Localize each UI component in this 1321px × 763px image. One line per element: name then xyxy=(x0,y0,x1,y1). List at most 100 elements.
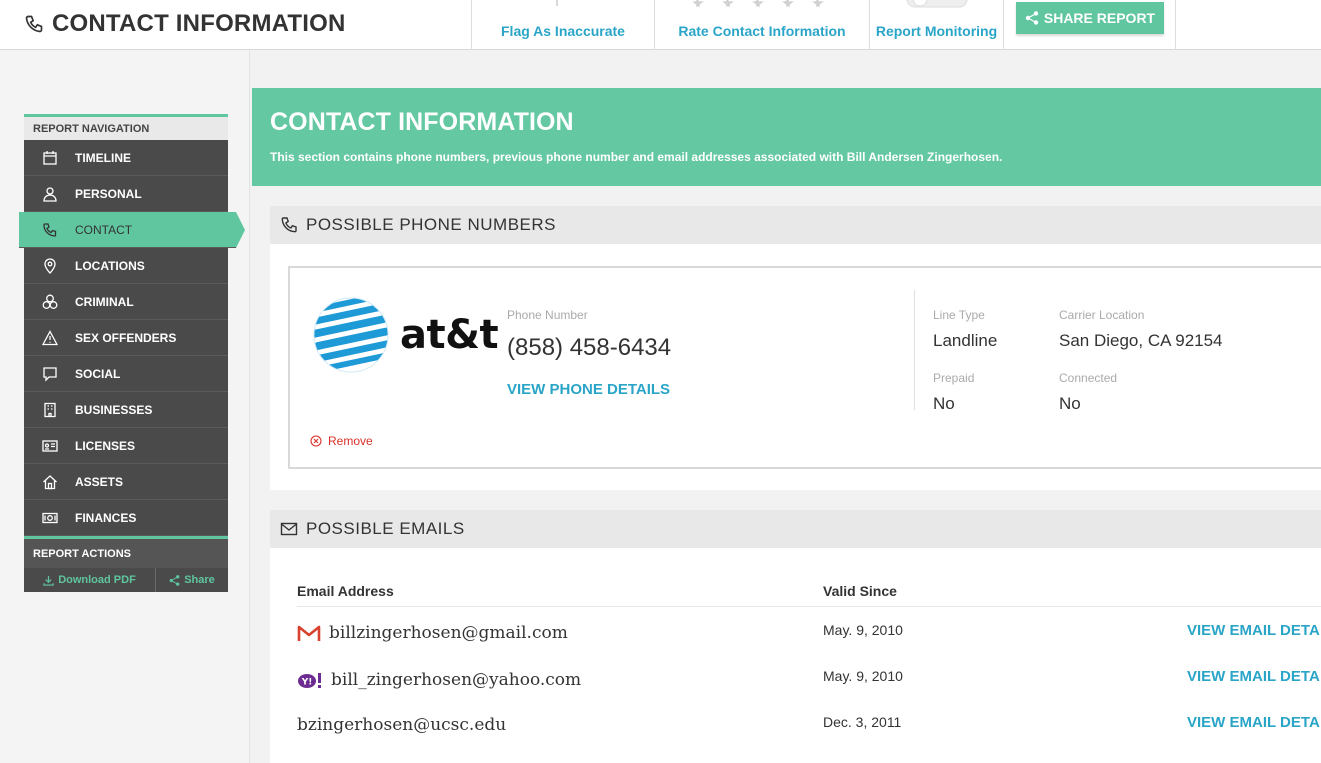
section-title: CONTACT INFORMATION xyxy=(270,108,574,136)
share-icon xyxy=(169,574,180,586)
rate-contact-label: Rate Contact Information xyxy=(678,23,846,39)
view-phone-details-link[interactable]: VIEW PHONE DETAILS xyxy=(507,381,670,398)
map-pin-icon xyxy=(44,257,56,274)
emails-title: POSSIBLE EMAILS xyxy=(306,519,465,538)
email-address: billzingerhosen@gmail.com xyxy=(297,623,568,643)
section-description: This section contains phone numbers, pre… xyxy=(270,150,1003,164)
phone-numbers-heading: POSSIBLE PHONE NUMBERS xyxy=(270,206,1321,244)
connected-label: Connected xyxy=(1059,371,1118,385)
section-hero: CONTACT INFORMATION This section contain… xyxy=(252,88,1321,186)
money-icon xyxy=(42,512,58,523)
id-card-icon xyxy=(42,439,58,452)
line-type-value: Landline xyxy=(933,331,998,350)
nav-heading: REPORT NAVIGATION xyxy=(24,114,228,140)
remove-label: Remove xyxy=(328,434,373,448)
chat-icon xyxy=(43,366,57,382)
remove-button[interactable]: Remove xyxy=(310,434,373,448)
share-report-button[interactable]: SHARE REPORT xyxy=(1016,2,1164,34)
emails-heading: POSSIBLE EMAILS xyxy=(270,510,1321,548)
sidebar-item-finances[interactable]: FINANCES xyxy=(24,500,228,536)
view-email-details-link[interactable]: VIEW EMAIL DETA xyxy=(1187,668,1320,685)
share-button[interactable]: Share xyxy=(156,568,228,592)
connected-value: No xyxy=(1059,394,1081,413)
report-monitoring-button[interactable]: Report Monitoring xyxy=(870,0,1003,50)
report-actions: Download PDF Share xyxy=(24,568,228,592)
column-valid-since: Valid Since xyxy=(823,583,897,599)
sidebar-item-social[interactable]: SOCIAL xyxy=(24,356,228,392)
toolbar-divider xyxy=(1175,0,1176,50)
calendar-icon xyxy=(43,150,57,165)
sidebar-item-label: SOCIAL xyxy=(75,366,121,381)
gmail-icon xyxy=(297,625,321,641)
sidebar-item-label: ASSETS xyxy=(75,474,124,489)
sidebar-item-personal[interactable]: PERSONAL xyxy=(24,176,228,212)
sidebar-item-timeline[interactable]: TIMELINE xyxy=(24,140,228,176)
view-email-details-link[interactable]: VIEW EMAIL DETA xyxy=(1187,714,1320,731)
phone-numbers-title: POSSIBLE PHONE NUMBERS xyxy=(306,215,557,234)
sidebar-item-label: TIMELINE xyxy=(75,150,131,165)
sidebar-item-locations[interactable]: LOCATIONS xyxy=(24,248,228,284)
toolbar-divider xyxy=(1003,0,1004,50)
share-report-label: SHARE REPORT xyxy=(1043,10,1156,26)
rate-contact-button[interactable]: Rate Contact Information xyxy=(655,0,869,50)
card-divider xyxy=(914,290,915,410)
sidebar-item-label: FINANCES xyxy=(75,510,137,525)
phone-icon xyxy=(25,15,43,33)
report-navigation: REPORT NAVIGATION TIMELINE PERSONAL CONT… xyxy=(19,114,245,592)
page-title: CONTACT INFORMATION xyxy=(24,10,346,38)
download-pdf-label: Download PDF xyxy=(58,574,136,586)
carrier-location-value: San Diego, CA 92154 xyxy=(1059,331,1223,350)
sidebar-item-licenses[interactable]: LICENSES xyxy=(24,428,228,464)
sidebar-item-label: CRIMINAL xyxy=(75,294,134,309)
email-address-text: bzingerhosen@ucsc.edu xyxy=(297,715,507,735)
svg-text:Y!: Y! xyxy=(301,678,313,688)
att-globe-icon xyxy=(313,297,389,373)
user-icon xyxy=(43,186,57,202)
report-monitoring-label: Report Monitoring xyxy=(875,23,998,39)
view-email-details-link[interactable]: VIEW EMAIL DETA xyxy=(1187,622,1320,639)
download-pdf-button[interactable]: Download PDF xyxy=(24,568,156,592)
sidebar-item-label: LOCATIONS xyxy=(75,258,145,273)
page-title-text: CONTACT INFORMATION xyxy=(52,10,346,37)
table-divider xyxy=(297,606,1321,607)
email-address-text: billzingerhosen@gmail.com xyxy=(329,623,568,643)
prepaid-label: Prepaid xyxy=(933,371,975,385)
phone-icon xyxy=(281,217,297,233)
sidebar-item-criminal[interactable]: CRIMINAL xyxy=(24,284,228,320)
sidebar-item-assets[interactable]: ASSETS xyxy=(24,464,228,500)
sidebar-item-label: PERSONAL xyxy=(75,186,142,201)
handcuffs-icon xyxy=(42,294,58,309)
sidebar-item-label: SEX OFFENDERS xyxy=(75,330,177,345)
remove-circle-icon xyxy=(310,435,322,447)
sidebar-item-contact[interactable]: CONTACT xyxy=(19,212,245,248)
phone-card: at&t Phone Number (858) 458-6434 VIEW PH… xyxy=(288,266,1321,469)
column-email-address: Email Address xyxy=(297,583,394,599)
flag-inaccurate-label: Flag As Inaccurate xyxy=(501,23,625,39)
phone-icon xyxy=(43,222,57,237)
phone-number-value: (858) 458-6434 xyxy=(507,334,672,361)
flag-icon xyxy=(556,0,558,6)
download-icon xyxy=(43,575,54,586)
sidebar-item-label: CONTACT xyxy=(75,222,133,237)
share-label: Share xyxy=(184,574,215,586)
email-address-text: bill_zingerhosen@yahoo.com xyxy=(331,670,582,690)
warning-icon xyxy=(42,329,58,345)
sidebar-item-sex-offenders[interactable]: SEX OFFENDERS xyxy=(24,320,228,356)
email-valid-since: Dec. 3, 2011 xyxy=(823,714,902,730)
flag-inaccurate-button[interactable]: Flag As Inaccurate xyxy=(472,0,654,50)
share-icon xyxy=(1025,11,1039,25)
email-address: bzingerhosen@ucsc.edu xyxy=(297,715,506,735)
sidebar-item-businesses[interactable]: BUSINESSES xyxy=(24,392,228,428)
building-icon xyxy=(44,402,56,417)
yahoo-icon: Y! xyxy=(298,673,321,688)
email-address: Y! bill_zingerhosen@yahoo.com xyxy=(297,670,581,690)
envelope-icon xyxy=(280,522,298,536)
top-bar: CONTACT INFORMATION Flag As Inaccurate R… xyxy=(0,0,1321,50)
carrier-logo: at&t xyxy=(312,296,499,374)
house-icon xyxy=(43,474,57,489)
star-rating-icon xyxy=(693,0,824,8)
report-actions-heading: REPORT ACTIONS xyxy=(24,536,228,568)
carrier-location-label: Carrier Location xyxy=(1059,308,1145,322)
carrier-logo-text: at&t xyxy=(400,312,499,358)
email-valid-since: May. 9, 2010 xyxy=(823,622,903,638)
